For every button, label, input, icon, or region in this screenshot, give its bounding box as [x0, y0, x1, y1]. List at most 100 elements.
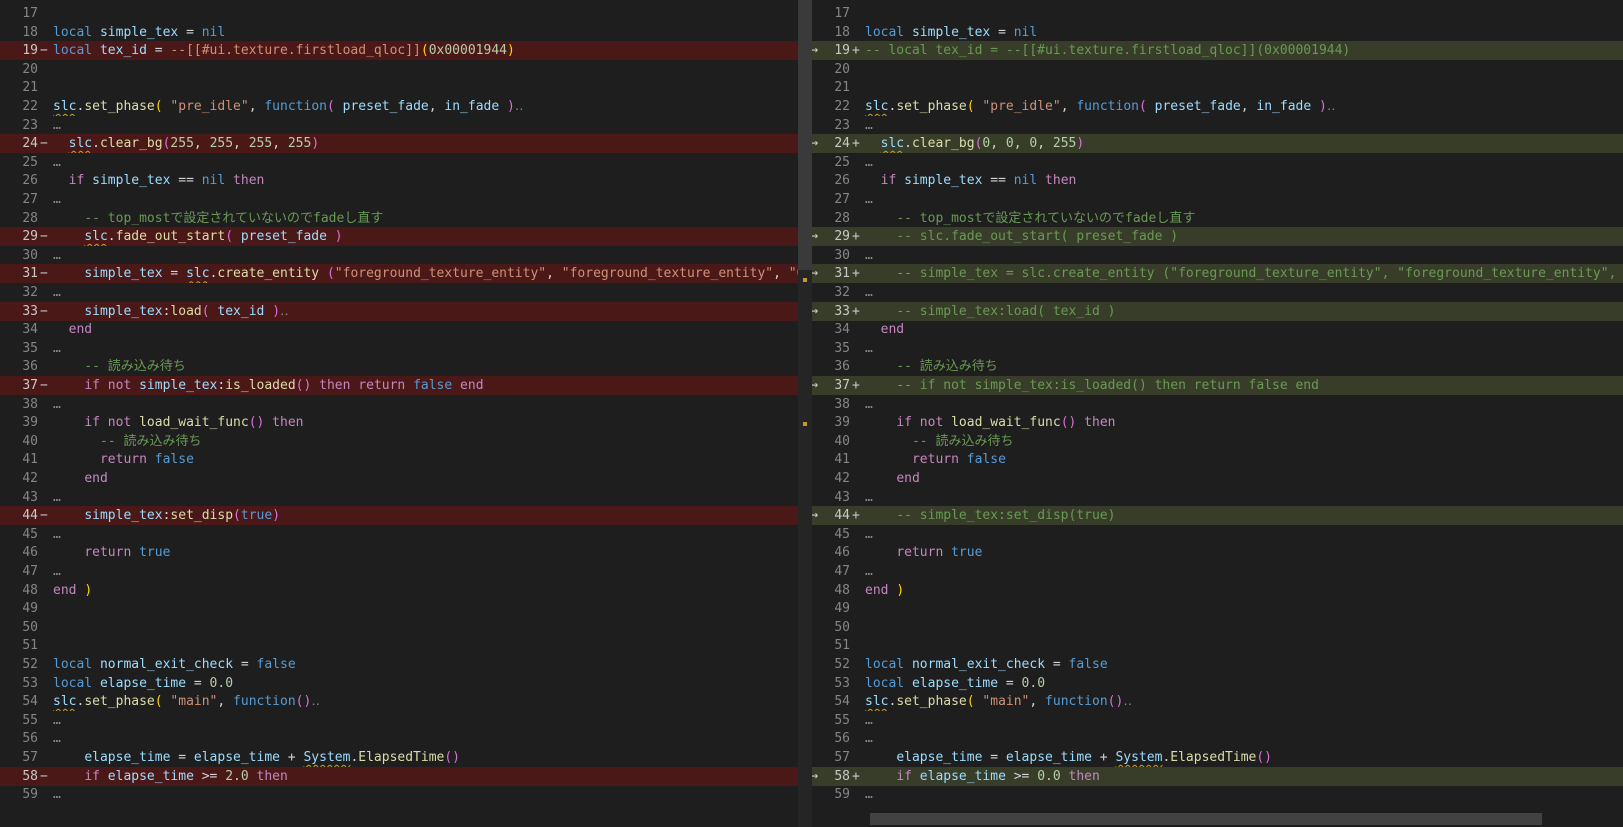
deleted-line[interactable]: 29− slc.fade_out_start( preset_fade ) — [0, 227, 798, 247]
code-line[interactable]: 26 if simple_tex == nil then — [0, 171, 798, 190]
code-line[interactable]: 48 end ) — [812, 581, 1623, 600]
deleted-line[interactable]: 19− local tex_id = --[[#ui.texture.firstl… — [0, 41, 798, 61]
code-line[interactable]: 43… — [0, 488, 798, 507]
code-line[interactable]: 20 — [0, 60, 798, 79]
code-line[interactable]: 41 return false — [812, 450, 1623, 469]
code-line[interactable]: 23… — [0, 116, 798, 135]
code-line[interactable]: 32… — [812, 283, 1623, 302]
code-line[interactable]: 59… — [812, 785, 1623, 804]
inserted-line[interactable]: → 44 + -- simple_tex:set_disp(true) — [812, 506, 1623, 526]
code-line[interactable]: 50 — [0, 618, 798, 637]
code-line[interactable]: 55… — [0, 711, 798, 730]
code-line[interactable]: 21 — [812, 78, 1623, 97]
code-line[interactable]: 53 local elapse_time = 0.0 — [0, 674, 798, 693]
code-line[interactable]: 46 return true — [0, 543, 798, 562]
code-line[interactable]: 17 — [0, 4, 798, 23]
overview-slider[interactable] — [798, 0, 812, 270]
code-line[interactable]: 59… — [0, 785, 798, 804]
code-line[interactable]: 28 -- top_mostで設定されていないのでfadeし直す — [0, 209, 798, 228]
code-line[interactable]: 48 end ) — [0, 581, 798, 600]
deleted-line[interactable]: 37− if not simple_tex:is_loaded() then r… — [0, 376, 798, 395]
code-line[interactable]: 34 end — [812, 320, 1623, 339]
inserted-line[interactable]: → 29 + -- slc.fade_out_start( preset_fade … — [812, 227, 1623, 247]
line-code: end — [880, 322, 905, 338]
minus-icon: − — [40, 768, 48, 784]
inserted-line[interactable]: → 24 + slc.clear_bg(0, 0, 0, 255) — [812, 134, 1623, 154]
code-line[interactable]: 38… — [0, 395, 798, 414]
line-code: end — [68, 322, 93, 338]
line-code: -- top_mostで設定されていないのでfadeし直す — [84, 210, 384, 226]
line-code: … — [53, 731, 61, 747]
inserted-line[interactable]: → 19 + -- local tex_id = --[[#ui.texture.fi… — [812, 41, 1623, 61]
code-line[interactable]: 30… — [0, 246, 798, 265]
code-line[interactable]: 28 -- top_mostで設定されていないのでfadeし直す — [812, 209, 1623, 228]
code-line[interactable]: 47… — [0, 562, 798, 581]
code-line[interactable]: 54 slc.set_phase( "main", function()‥ — [812, 692, 1623, 711]
code-line[interactable]: 22 slc.set_phase( "pre_idle", function( p… — [812, 97, 1623, 116]
code-line[interactable]: 20 — [812, 60, 1623, 79]
code-line[interactable]: 38… — [812, 395, 1623, 414]
line-code: … — [865, 564, 873, 579]
diff-overview-ruler[interactable] — [798, 0, 812, 827]
code-line[interactable]: 45… — [812, 525, 1623, 544]
code-line[interactable]: 42 end — [0, 469, 798, 488]
code-line[interactable]: 49 — [812, 599, 1623, 618]
code-line[interactable]: 27… — [0, 190, 798, 209]
deleted-line[interactable]: 31− simple_tex = slc.create_entity ("for… — [0, 264, 798, 284]
line-code: -- 読み込み待ち — [896, 359, 998, 375]
code-line[interactable]: 34 end — [0, 320, 798, 339]
code-line[interactable]: 52 local normal_exit_check = false — [0, 655, 798, 674]
deleted-line[interactable]: 24− slc.clear_bg(255, 255, 255, 255) — [0, 134, 798, 154]
code-line[interactable]: 22 slc.set_phase( "pre_idle", function( p… — [0, 97, 798, 116]
inserted-line[interactable]: → 31 + -- simple_tex = slc.create_entity (… — [812, 264, 1623, 284]
code-line[interactable]: 39 if not load_wait_func() then — [0, 413, 798, 432]
code-line[interactable]: 30… — [812, 246, 1623, 265]
code-line[interactable]: 51 — [0, 636, 798, 655]
code-line[interactable]: 35… — [0, 339, 798, 358]
code-line[interactable]: 39 if not load_wait_func() then — [812, 413, 1623, 432]
deleted-line[interactable]: 44− simple_tex:set_disp(true) — [0, 506, 798, 526]
code-line[interactable]: 57 elapse_time = elapse_time + System.El… — [812, 748, 1623, 767]
code-line[interactable]: 49 — [0, 599, 798, 618]
horizontal-scrollbar[interactable] — [870, 813, 1542, 825]
inserted-line[interactable]: → 33 + -- simple_tex:load( tex_id ) — [812, 301, 1623, 321]
code-line[interactable]: 54 slc.set_phase( "main", function()‥ — [0, 692, 798, 711]
original-pane[interactable]: 17 18 local simple_tex = nil 19− local tex_i… — [0, 0, 798, 827]
code-line[interactable]: 36 -- 読み込み待ち — [0, 357, 798, 376]
code-line[interactable]: 35… — [812, 339, 1623, 358]
line-number: 35 — [834, 340, 850, 356]
code-line[interactable]: 26 if simple_tex == nil then — [812, 171, 1623, 190]
code-line[interactable]: 56… — [0, 729, 798, 748]
code-line[interactable]: 57 elapse_time = elapse_time + System.El… — [0, 748, 798, 767]
code-line[interactable]: 40 -- 読み込み待ち — [812, 432, 1623, 451]
code-line[interactable]: 25… — [812, 153, 1623, 172]
code-line[interactable]: 56… — [812, 729, 1623, 748]
code-line[interactable]: 23… — [812, 116, 1623, 135]
code-line[interactable]: 43… — [812, 488, 1623, 507]
code-line[interactable]: 55… — [812, 711, 1623, 730]
code-line[interactable]: 52 local normal_exit_check = false — [812, 655, 1623, 674]
code-line[interactable]: 47… — [812, 562, 1623, 581]
code-line[interactable]: 41 return false — [0, 450, 798, 469]
code-line[interactable]: 45… — [0, 525, 798, 544]
code-line[interactable]: 36 -- 読み込み待ち — [812, 357, 1623, 376]
code-line[interactable]: 32… — [0, 283, 798, 302]
code-line[interactable]: 51 — [812, 636, 1623, 655]
code-line[interactable]: 18 local simple_tex = nil — [812, 23, 1623, 42]
code-line[interactable]: 25… — [0, 153, 798, 172]
code-line[interactable]: 17 — [812, 4, 1623, 23]
code-line[interactable]: 53 local elapse_time = 0.0 — [812, 674, 1623, 693]
modified-pane[interactable]: 17 18 local simple_tex = nil → 19 + -- local t… — [812, 0, 1623, 827]
code-line[interactable]: 50 — [812, 618, 1623, 637]
inserted-line[interactable]: → 58 + if elapse_time >= 0.0 then — [812, 766, 1623, 786]
code-line[interactable]: 18 local simple_tex = nil — [0, 23, 798, 42]
code-line[interactable]: 27… — [812, 190, 1623, 209]
code-line[interactable]: 40 -- 読み込み待ち — [0, 432, 798, 451]
line-code: slc.set_phase( "main", function()‥ — [865, 694, 1133, 710]
code-line[interactable]: 21 — [0, 78, 798, 97]
inserted-line[interactable]: → 37 + -- if not simple_tex:is_loaded() th… — [812, 376, 1623, 395]
deleted-line[interactable]: 33− simple_tex:load( tex_id )‥ — [0, 301, 798, 321]
code-line[interactable]: 46 return true — [812, 543, 1623, 562]
deleted-line[interactable]: 58− if elapse_time >= 2.0 then — [0, 766, 798, 786]
code-line[interactable]: 42 end — [812, 469, 1623, 488]
